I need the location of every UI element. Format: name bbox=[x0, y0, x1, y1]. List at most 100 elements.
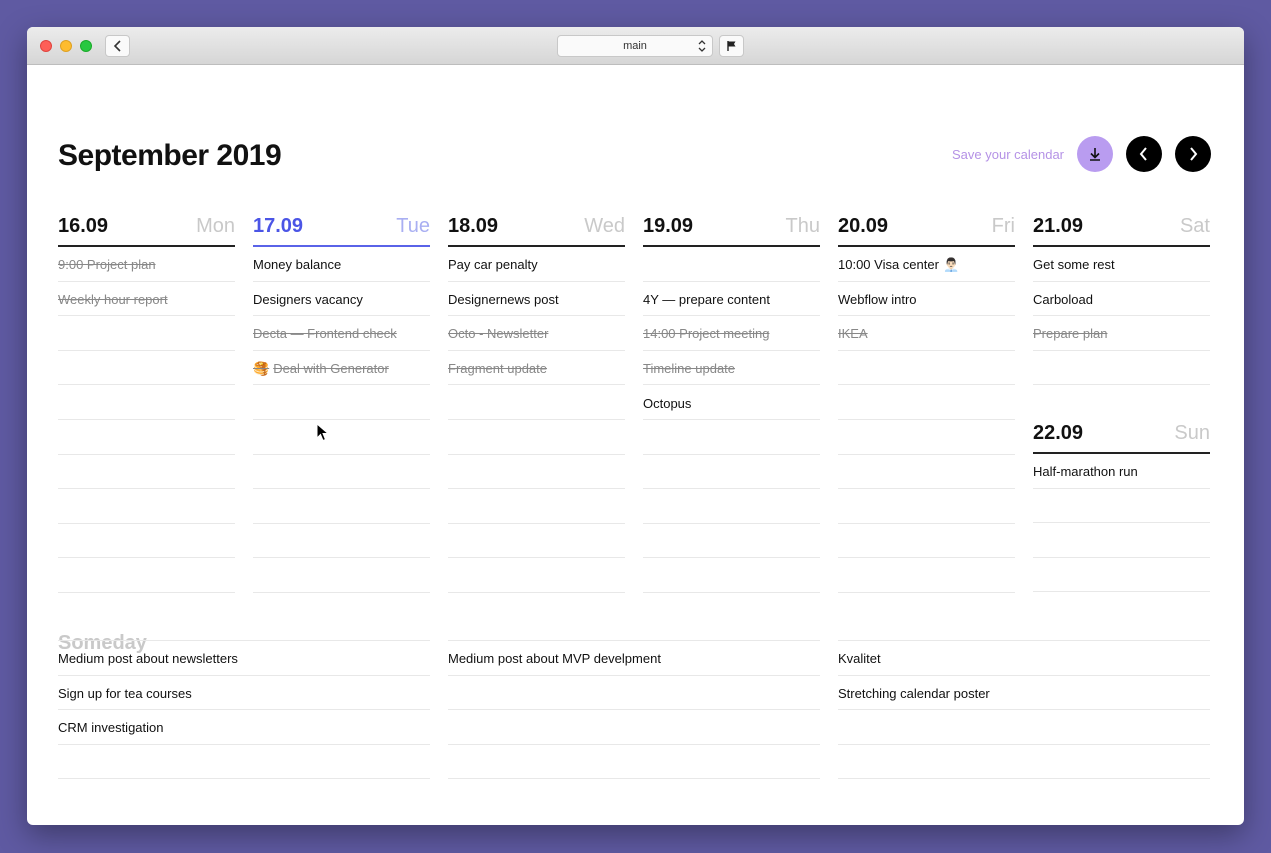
task-slot[interactable]: 4Y — prepare content bbox=[643, 282, 820, 317]
task-slot[interactable] bbox=[838, 489, 1015, 524]
someday-task[interactable] bbox=[838, 710, 1210, 745]
task-text: Timeline update bbox=[643, 361, 736, 377]
task-slot[interactable]: 9:00 Project plan bbox=[58, 247, 235, 282]
task-slot[interactable] bbox=[838, 420, 1015, 455]
task-slot[interactable] bbox=[448, 558, 625, 593]
task-slot[interactable]: 🥞 Deal with Generator bbox=[253, 351, 430, 386]
task-slot[interactable] bbox=[1033, 489, 1210, 524]
someday-task[interactable] bbox=[448, 676, 820, 711]
task-slot[interactable] bbox=[58, 316, 235, 351]
task-slot[interactable]: 10:00 Visa center 👨🏻‍💼 bbox=[838, 247, 1015, 282]
task-slot[interactable] bbox=[448, 420, 625, 455]
task-slot[interactable]: 14:00 Project meeting bbox=[643, 316, 820, 351]
minimize-window-button[interactable] bbox=[60, 40, 72, 52]
task-slot[interactable] bbox=[1033, 351, 1210, 386]
task-slot[interactable]: Timeline update bbox=[643, 351, 820, 386]
task-slot[interactable] bbox=[643, 524, 820, 559]
task-slot[interactable] bbox=[1033, 558, 1210, 593]
day-date: 20.09 bbox=[838, 214, 889, 237]
task-slot[interactable] bbox=[448, 455, 625, 490]
task-slot[interactable] bbox=[58, 351, 235, 386]
emoji-icon: 👨🏻‍💼 bbox=[942, 256, 960, 272]
task-slot[interactable] bbox=[643, 420, 820, 455]
next-week-button[interactable] bbox=[1175, 136, 1211, 172]
task-slot[interactable] bbox=[58, 489, 235, 524]
someday-column: Kvalitet Stretching calendar poster bbox=[838, 640, 1210, 780]
someday-task[interactable]: Medium post about newsletters bbox=[58, 641, 430, 676]
task-slot[interactable] bbox=[838, 385, 1015, 420]
someday-task[interactable] bbox=[448, 745, 820, 780]
previous-week-button[interactable] bbox=[1126, 136, 1162, 172]
task-slot[interactable] bbox=[448, 524, 625, 559]
task-slot[interactable]: Designernews post bbox=[448, 282, 625, 317]
task-slot[interactable]: Half-marathon run bbox=[1033, 454, 1210, 489]
task-slot[interactable] bbox=[838, 558, 1015, 593]
mouse-cursor-icon bbox=[316, 423, 330, 442]
download-button[interactable] bbox=[1077, 136, 1113, 172]
task-slot[interactable] bbox=[643, 558, 820, 593]
task-slot[interactable]: Money balance bbox=[253, 247, 430, 282]
flag-icon bbox=[726, 41, 735, 51]
task-slot[interactable]: Carboload bbox=[1033, 282, 1210, 317]
task-text: Get some rest bbox=[1033, 257, 1115, 273]
day-column: 21.09 Sat Get some rest Carboload Prepare pl… bbox=[1033, 209, 1210, 386]
task-slot[interactable] bbox=[448, 489, 625, 524]
task-slot[interactable] bbox=[838, 455, 1015, 490]
task-slot[interactable] bbox=[58, 558, 235, 593]
task-slot[interactable] bbox=[1033, 523, 1210, 558]
day-date: 19.09 bbox=[643, 214, 694, 237]
back-button[interactable] bbox=[105, 35, 130, 57]
task-slot[interactable]: Octo - Newsletter bbox=[448, 316, 625, 351]
task-slot[interactable] bbox=[253, 524, 430, 559]
task-slot[interactable] bbox=[253, 558, 430, 593]
task-slot[interactable] bbox=[838, 524, 1015, 559]
day-column: 19.09 Thu 4Y — prepare content 14:00 Projec… bbox=[643, 209, 820, 593]
someday-task[interactable]: Stretching calendar poster bbox=[838, 676, 1210, 711]
task-text: Prepare plan bbox=[1033, 326, 1108, 342]
task-slot[interactable] bbox=[253, 420, 430, 455]
task-slot[interactable] bbox=[253, 455, 430, 490]
task-slot[interactable]: Webflow intro bbox=[838, 282, 1015, 317]
day-name: Wed bbox=[584, 214, 625, 237]
task-slot[interactable] bbox=[448, 385, 625, 420]
maximize-window-button[interactable] bbox=[80, 40, 92, 52]
task-slot[interactable] bbox=[838, 351, 1015, 386]
day-column: 18.09 Wed Pay car penalty Designernews post… bbox=[448, 209, 625, 593]
task-slot[interactable]: Get some rest bbox=[1033, 247, 1210, 282]
task-slot[interactable] bbox=[58, 455, 235, 490]
someday-task[interactable] bbox=[838, 745, 1210, 780]
day-name: Thu bbox=[785, 214, 820, 237]
task-slot[interactable]: Pay car penalty bbox=[448, 247, 625, 282]
task-slot[interactable]: Fragment update bbox=[448, 351, 625, 386]
task-slot[interactable]: Designers vacancy bbox=[253, 282, 430, 317]
task-slot[interactable]: Octopus bbox=[643, 385, 820, 420]
close-window-button[interactable] bbox=[40, 40, 52, 52]
task-text: 14:00 Project meeting bbox=[643, 326, 770, 342]
task-slot[interactable] bbox=[253, 385, 430, 420]
someday-task[interactable] bbox=[448, 710, 820, 745]
someday-task[interactable]: Sign up for tea courses bbox=[58, 676, 430, 711]
someday-task[interactable]: CRM investigation bbox=[58, 710, 430, 745]
day-header: 16.09 Mon bbox=[58, 209, 235, 247]
page-select[interactable]: main bbox=[557, 35, 713, 57]
task-slot[interactable] bbox=[643, 247, 820, 282]
task-slot[interactable]: Weekly hour report bbox=[58, 282, 235, 317]
save-calendar-link[interactable]: Save your calendar bbox=[952, 147, 1064, 162]
task-slot[interactable]: Prepare plan bbox=[1033, 316, 1210, 351]
someday-task[interactable]: Kvalitet bbox=[838, 641, 1210, 676]
task-slot[interactable]: IKEA bbox=[838, 316, 1015, 351]
task-slot[interactable] bbox=[58, 524, 235, 559]
flag-button[interactable] bbox=[719, 35, 744, 57]
day-column: 22.09 Sun Half-marathon run bbox=[1033, 416, 1210, 593]
someday-task[interactable]: Medium post about MVP develpment bbox=[448, 641, 820, 676]
task-slot[interactable] bbox=[58, 385, 235, 420]
task-slot[interactable] bbox=[58, 420, 235, 455]
day-header: 17.09 Tue bbox=[253, 209, 430, 247]
someday-task[interactable] bbox=[58, 745, 430, 780]
task-slot[interactable] bbox=[643, 455, 820, 490]
task-slot[interactable] bbox=[253, 489, 430, 524]
task-text: Decta — Frontend check bbox=[253, 326, 397, 342]
task-slot[interactable]: Decta — Frontend check bbox=[253, 316, 430, 351]
task-slot[interactable] bbox=[643, 489, 820, 524]
day-column: 20.09 Fri 10:00 Visa center 👨🏻‍💼 Webflow int… bbox=[838, 209, 1015, 593]
